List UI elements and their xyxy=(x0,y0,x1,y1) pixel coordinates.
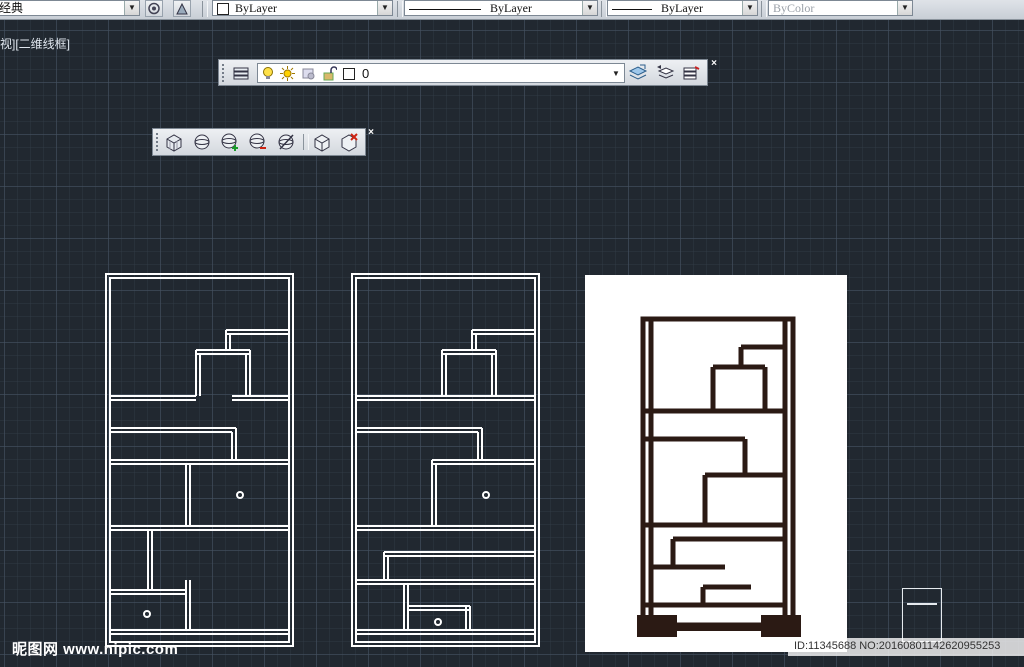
paper-sheet[interactable] xyxy=(902,588,942,642)
layer-color-value: ByLayer xyxy=(235,1,277,15)
shelf-drawing-1[interactable] xyxy=(100,270,300,655)
layer-state-icon[interactable] xyxy=(681,63,701,83)
shelf-drawing-2[interactable] xyxy=(346,270,546,655)
color-swatch-icon xyxy=(217,3,229,15)
freeze-viewport-icon[interactable] xyxy=(301,66,316,81)
chevron-down-icon[interactable]: ▼ xyxy=(124,1,139,15)
shelf-photo[interactable] xyxy=(585,275,847,652)
lightbulb-icon[interactable] xyxy=(261,66,275,81)
toolbar-separator xyxy=(303,134,309,150)
lineweight-dropdown[interactable]: ByLayer ▼ xyxy=(607,0,758,16)
viewport-label[interactable]: 视][二维线框] xyxy=(0,35,70,52)
watermark-id-bar: ID:11345688 NO:20160801142620955253 xyxy=(788,638,1024,656)
plotstyle-dropdown[interactable]: ByColor ▼ xyxy=(768,0,913,16)
workspace-lock-icon[interactable] xyxy=(173,0,191,17)
make-current-icon[interactable] xyxy=(628,63,648,83)
layer-dropdown[interactable]: 0 ▼ xyxy=(257,63,625,83)
current-layer-name: 0 xyxy=(362,66,370,81)
top-toolbar: 经典 ▼ ByLayer ▼ ByLayer ▼ ByLayer ▼ ByCol… xyxy=(0,0,1024,20)
shelf-image xyxy=(637,316,801,637)
plotstyle-value: ByColor xyxy=(773,1,815,15)
sphere-slash-icon[interactable] xyxy=(276,132,296,152)
linetype-dropdown[interactable]: ByLayer ▼ xyxy=(404,0,598,16)
chevron-down-icon[interactable]: ▼ xyxy=(897,1,912,15)
toolbar-grip[interactable] xyxy=(221,63,225,82)
view-toolbar: × xyxy=(152,128,374,156)
sun-icon[interactable] xyxy=(280,66,295,81)
layers-toolbar: 0 ▼ × xyxy=(218,59,717,86)
chevron-down-icon[interactable]: ▼ xyxy=(742,1,757,15)
toolbar-separator xyxy=(761,1,767,17)
lineweight-value: ByLayer xyxy=(661,1,703,15)
workspace-value: 经典 xyxy=(0,1,24,15)
sphere-icon[interactable] xyxy=(192,132,212,152)
sheet-text-line xyxy=(907,603,937,605)
layer-previous-icon[interactable] xyxy=(655,63,675,83)
sphere-subtract-icon[interactable] xyxy=(248,132,268,152)
toolbar-grip[interactable] xyxy=(155,132,159,152)
chevron-down-icon[interactable]: ▼ xyxy=(582,1,597,15)
watermark-id-text: ID:11345688 NO:20160801142620955253 xyxy=(794,640,1001,652)
watermark-site: 昵图网 www.nipic.com xyxy=(12,641,179,658)
close-icon[interactable]: × xyxy=(709,59,719,69)
gear-icon[interactable] xyxy=(145,0,163,17)
layer-manager-icon[interactable] xyxy=(231,63,251,83)
toolbar-separator xyxy=(202,1,208,17)
sphere-add-icon[interactable] xyxy=(220,132,240,152)
close-icon[interactable]: × xyxy=(366,128,376,138)
linetype-value: ByLayer xyxy=(490,1,532,15)
workspace-dropdown[interactable]: 经典 ▼ xyxy=(0,0,140,16)
3d-grid-icon[interactable] xyxy=(164,132,184,152)
cube-icon[interactable] xyxy=(312,132,332,152)
lineweight-sample xyxy=(612,8,652,10)
color-swatch-icon[interactable] xyxy=(343,68,355,80)
unlock-icon[interactable] xyxy=(322,66,337,81)
cube-delete-icon[interactable] xyxy=(339,132,359,152)
toolbar-separator xyxy=(397,1,403,17)
linetype-sample xyxy=(409,8,481,10)
chevron-down-icon[interactable]: ▼ xyxy=(377,1,392,15)
layer-color-dropdown[interactable]: ByLayer ▼ xyxy=(212,0,393,16)
chevron-down-icon[interactable]: ▼ xyxy=(610,67,622,80)
